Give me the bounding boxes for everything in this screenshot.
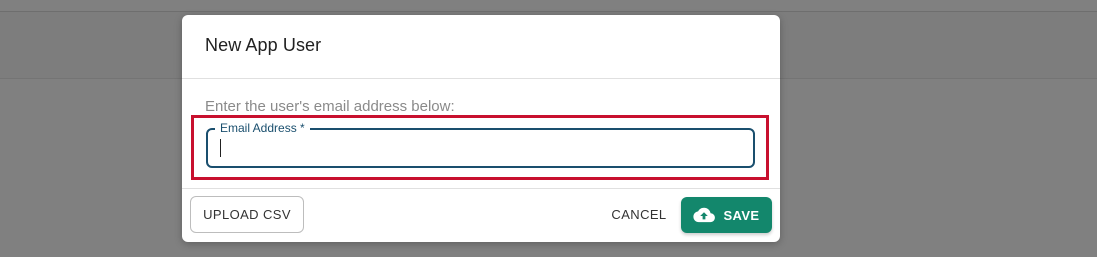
dialog-actions-layer: UPLOAD CSV CANCEL SAVE (182, 15, 780, 242)
save-button-label: SAVE (723, 207, 760, 223)
save-button[interactable]: SAVE (681, 197, 772, 233)
upload-csv-button[interactable]: UPLOAD CSV (190, 196, 304, 233)
cloud-upload-icon (693, 207, 716, 223)
cancel-button[interactable]: CANCEL (604, 198, 674, 230)
